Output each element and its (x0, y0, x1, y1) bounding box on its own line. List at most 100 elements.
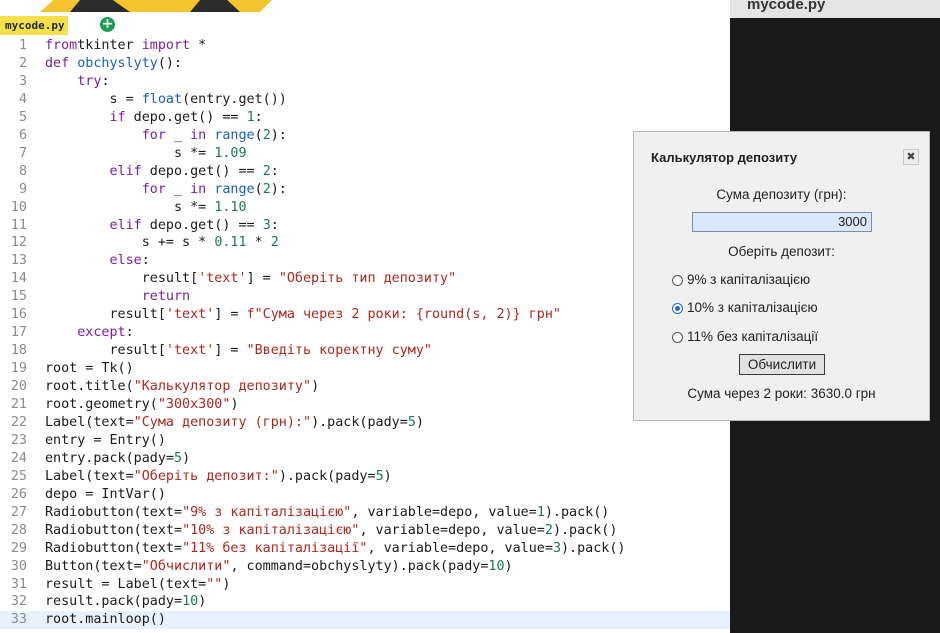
code-line[interactable]: 16 result['text'] = f"Сума через 2 роки:… (0, 306, 730, 324)
code-token: 2 (262, 181, 271, 197)
calculate-button[interactable]: Обчислити (739, 354, 825, 375)
code-line[interactable]: 31 result = Label(text="") (0, 576, 730, 594)
code-token: result[ (45, 271, 199, 287)
code-token: ).pack(pady= (278, 468, 376, 484)
radio-label: 11% без капіталізації (687, 329, 819, 344)
code-line[interactable]: 21 root.geometry("300x300") (0, 396, 730, 414)
code-line[interactable]: 22 Label(text="Сума депозиту (грн):").pac… (0, 414, 730, 432)
line-number: 2 (18, 55, 27, 71)
code-token: , variable=depo, value= (351, 504, 537, 520)
radio-option-9[interactable]: 9% з капіталізацією (672, 271, 810, 289)
code-token: f"Сума через 2 роки: {round(s, 2)} грн" (246, 307, 561, 323)
code-text: root.geometry("300x300") (45, 396, 239, 414)
code-line[interactable]: 25 Label(text="Оберіть депозит:").pack(pa… (0, 468, 730, 486)
radio-option-10[interactable]: 10% з капіталізацією (672, 299, 818, 317)
code-line[interactable]: 27 Radiobutton(text="9% з капіталізацією"… (0, 504, 730, 522)
code-token: depo.get() == (141, 163, 263, 179)
code-token: : (141, 253, 150, 269)
code-token: 'text' (165, 343, 215, 359)
code-text: Radiobutton(text="10% з капіталізацією",… (45, 522, 617, 540)
code-line[interactable]: 19 root = Tk() (0, 360, 730, 378)
code-token: 1 (536, 504, 545, 520)
code-line[interactable]: 6 for _ in range(2): (0, 127, 730, 145)
code-token: result.pack(pady= (45, 594, 183, 610)
code-token: elif (109, 217, 142, 233)
code-line[interactable]: 17 except: (0, 324, 730, 342)
code-line[interactable]: 1 fromtkinter import * (0, 37, 730, 55)
code-text: result['text'] = f"Сума через 2 роки: {r… (45, 306, 561, 324)
line-number: 5 (18, 109, 27, 125)
code-line[interactable]: 23 entry = Entry() (0, 432, 730, 450)
code-token: result[ (45, 307, 166, 323)
amount-label: Сума депозиту (грн): (716, 187, 847, 202)
code-token: (entry.get()) (182, 91, 287, 107)
code-line[interactable]: 11 elif depo.get() == 3: (0, 217, 730, 235)
code-line[interactable]: 3 try: (0, 73, 730, 91)
code-line[interactable]: 13 else: (0, 252, 730, 270)
code-line[interactable]: 12 s += s * 0.11 * 2 (0, 234, 730, 252)
code-line[interactable]: 5 if depo.get() == 1: (0, 109, 730, 127)
code-line[interactable]: 15 return (0, 288, 730, 306)
code-token: elif (109, 163, 142, 179)
code-text: fromtkinter import * (45, 37, 206, 55)
line-number: 20 (10, 379, 27, 395)
code-token: s = (45, 91, 142, 107)
line-number: 7 (18, 145, 27, 161)
code-token: ( (254, 127, 263, 143)
code-line[interactable]: 33 root.mainloop() (0, 611, 730, 630)
code-line[interactable]: 26 depo = IntVar() (0, 486, 730, 504)
line-number: 16 (10, 307, 27, 323)
tk-titlebar[interactable]: Калькулятор депозиту ✖ (634, 132, 929, 184)
code-token: ] = (214, 343, 247, 359)
code-line[interactable]: 14 result['text'] = "Оберіть тип депозит… (0, 270, 730, 288)
code-token: ) (504, 558, 513, 574)
line-number: 10 (10, 199, 27, 215)
code-line[interactable]: 2 def obchyslyty(): (0, 55, 730, 73)
code-line[interactable]: 7 s *= 1.09 (0, 145, 730, 163)
line-number: 31 (10, 576, 27, 592)
amount-input[interactable]: 3000 (692, 212, 872, 232)
line-number: 3 (18, 73, 27, 89)
code-token: else (109, 253, 142, 269)
line-number: 26 (10, 486, 27, 502)
code-editor[interactable]: 1 fromtkinter import * 2 def obchyslyty(): 3… (0, 36, 730, 633)
code-text: s += s * 0.11 * 2 (45, 234, 279, 252)
line-number: 11 (10, 217, 27, 233)
plus-circle-icon[interactable]: + (100, 17, 115, 32)
code-token: "11% без капіталізації" (182, 540, 368, 556)
code-line[interactable]: 4 s = float(entry.get()) (0, 91, 730, 109)
code-token: 3 (262, 217, 271, 233)
code-text: elif depo.get() == 2: (45, 163, 279, 181)
code-token: ): (270, 181, 287, 197)
file-tab-mycode[interactable]: mycode.py (0, 16, 68, 35)
code-token: "Введіть коректну суму" (246, 343, 432, 359)
close-icon[interactable]: ✖ (903, 149, 919, 165)
code-text: def obchyslyty(): (45, 55, 182, 73)
tk-window-title: Калькулятор депозиту (651, 150, 798, 165)
code-line[interactable]: 8 elif depo.get() == 2: (0, 163, 730, 181)
code-token: "Обчислити" (141, 558, 231, 574)
code-line[interactable]: 29 Radiobutton(text="11% без капіталізаці… (0, 540, 730, 558)
line-number: 33 (10, 612, 27, 628)
code-token: result = Label(text= (45, 576, 207, 592)
code-token: root = Tk() (45, 361, 134, 377)
code-text: else: (45, 252, 150, 270)
code-line[interactable]: 9 for _ in range(2): (0, 181, 730, 199)
code-line[interactable]: 20 root.title("Калькулятор депозиту") (0, 378, 730, 396)
code-line[interactable]: 28 Radiobutton(text="10% з капіталізацією… (0, 522, 730, 540)
code-line[interactable]: 30 Button(text="Обчислити", command=obchy… (0, 558, 730, 576)
code-token: try (77, 73, 102, 89)
radio-option-11[interactable]: 11% без капіталізації (672, 328, 818, 346)
code-line[interactable]: 24 entry.pack(pady=5) (0, 450, 730, 468)
code-line[interactable]: 10 s *= 1.10 (0, 199, 730, 217)
code-line[interactable]: 18 result['text'] = "Введіть коректну су… (0, 342, 730, 360)
code-text: s *= 1.10 (45, 199, 247, 217)
code-token: , variable=depo, value= (359, 522, 545, 538)
code-text: root.title("Калькулятор депозиту") (45, 378, 319, 396)
code-token: Label(text= (45, 414, 134, 430)
code-line[interactable]: 32 result.pack(pady=10) (0, 593, 730, 611)
radio-label: 9% з капіталізацією (687, 272, 811, 287)
